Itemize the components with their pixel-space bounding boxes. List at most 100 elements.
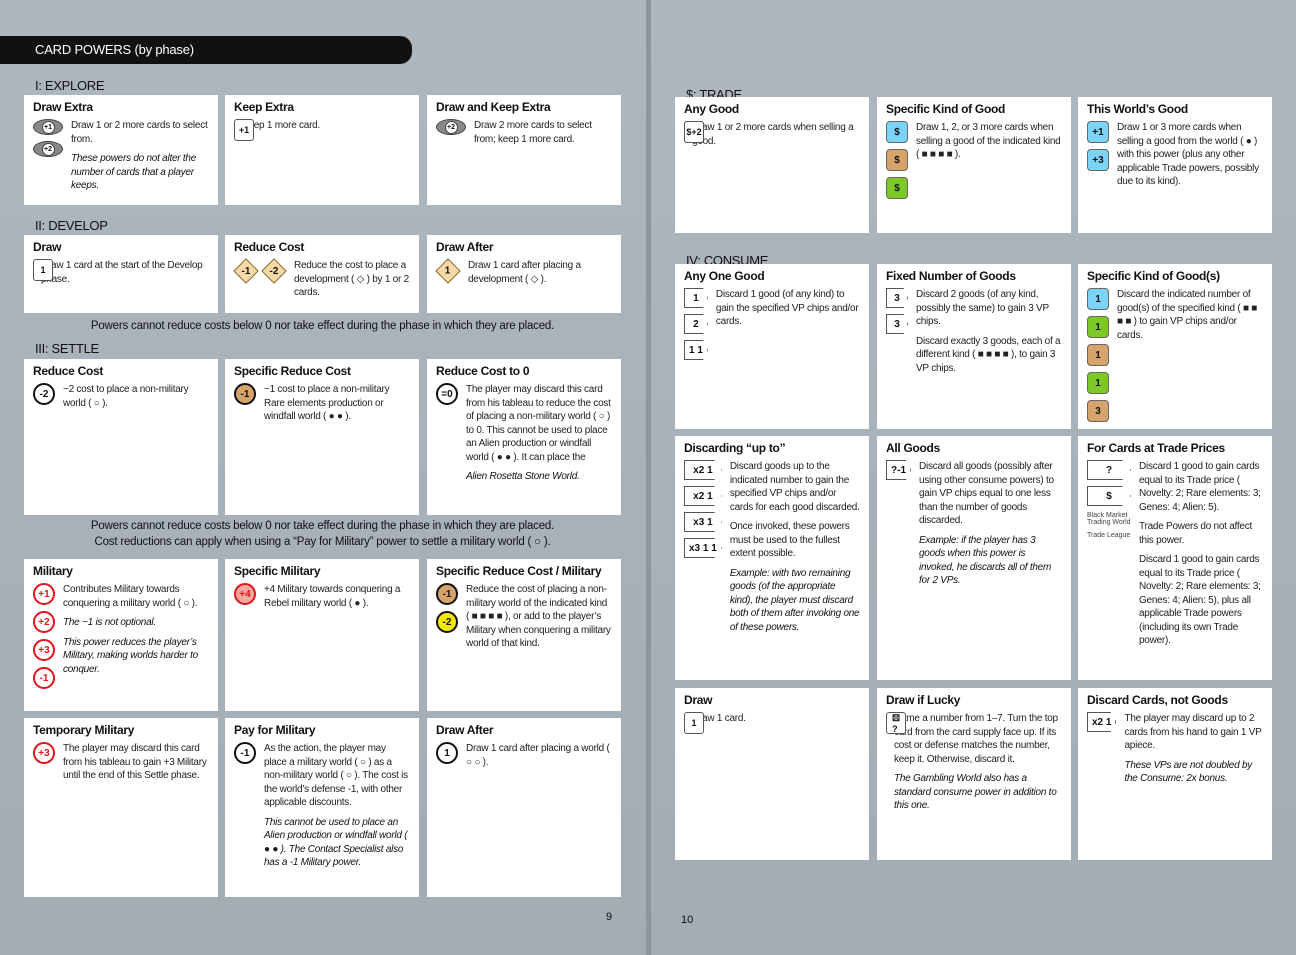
card-paragraph: −2 cost to place a non-military world ( …: [63, 384, 189, 409]
power-card: This World’s Good +1 +3 Draw 1 or 3 more ca…: [1078, 97, 1272, 233]
page-title: CARD POWERS (by phase): [0, 36, 412, 64]
card-title: Discard Cards, not Goods: [1087, 693, 1228, 707]
explore-plus2-icon: +2: [33, 141, 63, 157]
card-title: Temporary Military: [33, 723, 135, 737]
upto-x3-card-icon: x3 1 1: [684, 538, 722, 558]
power-card: Reduce Cost -1 -2 Reduce the cost to place …: [225, 235, 419, 313]
card-title: Specific Reduce Cost / Military: [436, 564, 602, 578]
card-body: +3 The player may discard this card from …: [33, 742, 209, 789]
icon-label: +4: [239, 588, 251, 600]
card-title: All Goods: [886, 441, 940, 455]
card-title: Pay for Military: [234, 723, 316, 737]
icon-label: x2 1: [693, 464, 713, 476]
power-card: Draw After 1 Draw 1 card after placing a w…: [427, 718, 621, 897]
card-body: +1 +3 Draw 1 or 3 more cards when selling …: [1087, 121, 1263, 195]
page-number-left: 9: [606, 911, 613, 923]
any-good-vp1-icon: 1: [684, 288, 708, 308]
card-paragraph: The player may discard this card from hi…: [63, 743, 207, 781]
dice-icon: ⚄ ?: [886, 712, 906, 734]
card-text: Discard the indicated number of good(s) …: [1117, 288, 1263, 422]
card-text: Draw 1 or 3 more cards when selling a go…: [1117, 121, 1263, 195]
icon-label: -1: [442, 588, 452, 600]
power-card: Temporary Military +3 The player may disca…: [24, 718, 218, 897]
icon-label: $: [894, 126, 900, 138]
card-title: Keep Extra: [234, 100, 294, 114]
page-number-right: 10: [681, 914, 694, 926]
card-icons: ? $ Black Market Trading World Trade League: [1087, 460, 1131, 654]
card-text: Draw 2 more cards to select from; keep 1…: [474, 119, 612, 152]
icon-label: 1: [691, 718, 697, 728]
card-paragraph: Discard goods up to the indicated number…: [729, 461, 860, 513]
card-text: Draw 1 card after placing a development …: [468, 259, 612, 292]
card-title: Draw and Keep Extra: [436, 100, 551, 114]
card-paragraph: Discard the indicated number of good(s) …: [1117, 289, 1258, 341]
icon-label: x3 1 1: [689, 542, 717, 554]
draw-keep-icon: +2: [436, 119, 466, 135]
card-icons: 1: [435, 258, 461, 292]
card-paragraph: Discard exactly 3 goods, each of a diffe…: [916, 335, 1061, 374]
novelty-consume-icon: 1: [1087, 288, 1109, 310]
power-card: Fixed Number of Goods 3 3 Discard 2 goods (…: [877, 264, 1071, 429]
card-icons: +1 +2: [33, 119, 63, 199]
card-paragraph: Reduce the cost of placing a non-militar…: [466, 584, 611, 649]
reduce-diamond-icon: -1: [233, 258, 259, 284]
reduce-diamond-icon: -2: [261, 258, 287, 284]
icon-label: -1: [39, 672, 49, 684]
power-card: Reduce Cost -2 −2 cost to place a non-mili…: [24, 359, 218, 515]
card-paragraph: Example: with two remaining goods (of th…: [729, 567, 860, 633]
card-icons: +1 +2 +3 -1: [33, 583, 55, 689]
card-paragraph: Draw 1 or 2 more cards to select from.: [71, 120, 208, 145]
discard-military-icon: +3: [33, 742, 55, 764]
card-icons: -1: [234, 383, 256, 430]
power-card: Pay for Military -1 As the action, the pla…: [225, 718, 419, 897]
icon-label: +3: [1092, 154, 1104, 166]
card-text: Discard 1 good to gain cards equal to it…: [1139, 460, 1263, 654]
power-card: Any Good $+1$+2Draw 1 or 2 more cards whe…: [675, 97, 869, 233]
power-card: Draw After 1 Draw 1 card after placing a d…: [427, 235, 621, 313]
any-good-vp-card-icon: 1 1: [684, 340, 708, 360]
card-paragraph: Discard 1 good to gain cards equal to it…: [1139, 554, 1261, 646]
icon-label: -1: [240, 388, 250, 400]
card-icons: -1 -2: [436, 583, 458, 657]
power-card: Discard Cards, not Goods x2 1 The player m…: [1078, 688, 1272, 860]
military-minus1-icon: -1: [33, 667, 55, 689]
card-body: -2 −2 cost to place a non-military world …: [33, 383, 209, 416]
card-title: Draw After: [436, 723, 494, 737]
card-paragraph: Draw 2 more cards to select from; keep 1…: [474, 120, 592, 145]
card-body: +1 +2 Draw 1 or 2 more cards to select fro…: [33, 119, 209, 199]
icon-label: 1: [1095, 349, 1101, 361]
icon-label: +3: [38, 747, 50, 759]
card-body: $ $ $ Draw 1, 2, or 3 more cards when selli…: [886, 121, 1062, 199]
card-paragraph: Discard 2 goods (of any kind, possibly t…: [916, 289, 1049, 327]
card-title: Draw After: [436, 240, 494, 254]
icon-label: -2: [442, 616, 452, 628]
card-paragraph: Draw 1 card after placing a world ( ○ ○ …: [466, 743, 610, 768]
rare-reduce-military-icon: -1: [436, 583, 458, 605]
card-icons: ?-1: [886, 460, 911, 594]
card-title: Specific Kind of Good(s): [1087, 269, 1220, 283]
three-kinds-icon: 3: [886, 314, 908, 334]
any-good-vp2-icon: 2: [684, 314, 708, 334]
reduce-cost-icon: -2: [33, 383, 55, 405]
card-body: -1 −1 cost to place a non-military Rare e…: [234, 383, 410, 430]
card-paragraph: As the action, the player may place a mi…: [264, 743, 408, 808]
power-card: Draw Extra +1 +2 Draw 1 or 2 more cards to …: [24, 95, 218, 205]
novelty-good-icon: $: [886, 121, 908, 143]
discard-to-zero-icon: =0: [436, 383, 458, 405]
explore-plus1-icon: +1: [33, 119, 63, 135]
card-title: Draw: [684, 693, 713, 707]
trade-league-icon: $: [1087, 486, 1131, 506]
power-card: Reduce Cost to 0 =0 The player may discard…: [427, 359, 621, 515]
card-title: Specific Kind of Good: [886, 102, 1006, 116]
card-paragraph: The Gambling World also has a standard c…: [894, 773, 1057, 811]
card-paragraph: Draw 1 card after placing a development …: [468, 260, 581, 285]
card-paragraph: Name a number from 1–7. Turn the top car…: [894, 713, 1058, 765]
card-icons: $ $ $: [886, 121, 908, 199]
power-card: All Goods ?-1 Discard all goods (possibly …: [877, 436, 1071, 680]
card-text: −1 cost to place a non-military Rare ele…: [264, 383, 410, 430]
upto-x3-icon: x3 1: [684, 512, 722, 532]
rare-good-icon: $: [886, 149, 908, 171]
card-text: The player may discard this card from hi…: [466, 383, 612, 490]
card-text: Draw 1 card at the start of the Develop …: [41, 259, 209, 292]
icon-label: 1: [40, 265, 46, 275]
